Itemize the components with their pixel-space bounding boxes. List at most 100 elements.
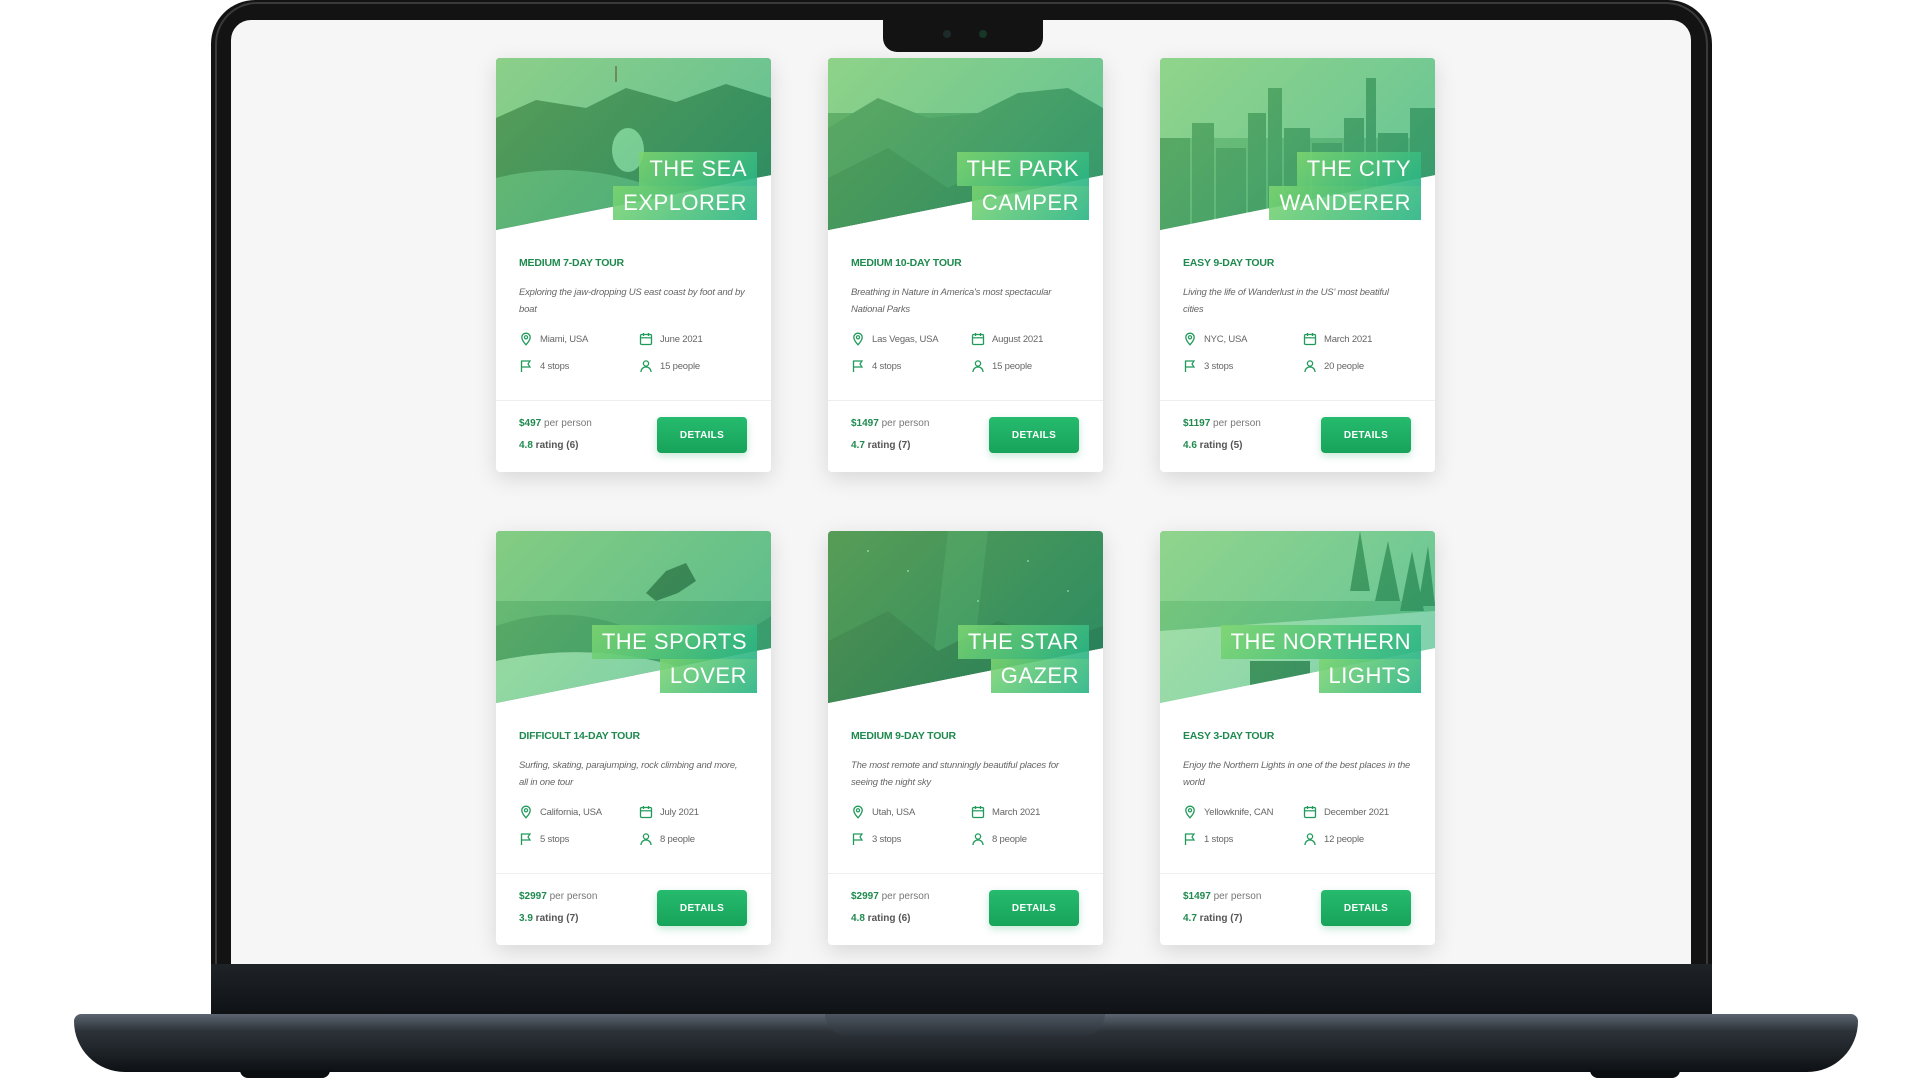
tour-rating-value: 4.8 [851, 913, 865, 924]
tour-date-text: June 2021 [660, 334, 703, 345]
tour-date-text: July 2021 [660, 807, 699, 818]
tour-rating-value: 4.8 [519, 440, 533, 451]
tour-card-title-line1: THE SPORTS [591, 625, 757, 659]
tour-card-title-line2: GAZER [990, 659, 1089, 693]
tour-location-text: Utah, USA [872, 807, 916, 818]
tour-rating-suffix: rating (7) [864, 440, 911, 451]
tour-card-title: THE CITY WANDERER [1269, 152, 1421, 220]
calendar-icon [639, 806, 653, 819]
tour-card-title-line1: THE NORTHERN [1220, 625, 1421, 659]
tour-card-title: THE SPORTS LOVER [591, 625, 757, 693]
person-icon [972, 833, 984, 846]
tour-people-text: 20 people [1324, 361, 1364, 372]
card-divider [828, 400, 1103, 401]
tour-people-text: 15 people [660, 361, 700, 372]
tour-card-title-line1: THE SEA [639, 152, 757, 186]
details-button[interactable]: DETAILS [989, 417, 1079, 453]
tour-price-value: $497 [519, 418, 542, 429]
tour-rating-value: 4.7 [851, 440, 865, 451]
calendar-icon [1303, 333, 1317, 346]
tour-rating: 4.8 rating (6) [851, 913, 910, 924]
tour-card-title-line2: CAMPER [971, 186, 1089, 220]
tour-price-value: $2997 [851, 891, 879, 902]
tour-rating-value: 4.6 [1183, 440, 1197, 451]
details-button[interactable]: DETAILS [657, 890, 747, 926]
tour-card-subtitle: MEDIUM 10-DAY TOUR [851, 257, 962, 269]
tour-location-text: California, USA [540, 807, 602, 818]
tour-rating-suffix: rating (7) [532, 913, 579, 924]
location-pin-icon [853, 805, 863, 819]
tour-people-text: 15 people [992, 361, 1032, 372]
flag-icon [520, 833, 532, 845]
tour-location-text: Las Vegas, USA [872, 334, 939, 345]
tour-card-description: The most remote and stunningly beautiful… [851, 760, 1059, 788]
details-button[interactable]: DETAILS [989, 890, 1079, 926]
card-divider [496, 873, 771, 874]
tour-date-text: August 2021 [992, 334, 1044, 345]
calendar-icon [639, 333, 653, 346]
tour-card-title-line2: WANDERER [1269, 186, 1421, 220]
tour-stops-text: 4 stops [540, 361, 570, 372]
location-pin-icon [521, 332, 531, 346]
camera-sensor [943, 30, 951, 38]
tour-card-1: THE SEA EXPLORER MEDIUM 7-DAY TOUR Explo… [496, 58, 771, 472]
card-divider [828, 873, 1103, 874]
tour-rating-suffix: rating (7) [1196, 913, 1243, 924]
tour-card-subtitle: MEDIUM 7-DAY TOUR [519, 257, 624, 269]
tour-price-value: $1497 [1183, 891, 1211, 902]
tour-rating-suffix: rating (6) [864, 913, 911, 924]
calendar-icon [1303, 806, 1317, 819]
card-divider [1160, 873, 1435, 874]
tour-rating: 4.7 rating (7) [1183, 913, 1242, 924]
flag-icon [852, 833, 864, 845]
tour-price: $1497 per person [851, 418, 929, 429]
tour-price-suffix: per person [549, 891, 598, 902]
location-pin-icon [1185, 805, 1195, 819]
tour-card-3: THE CITY WANDERER EASY 9-DAY TOUR Living… [1160, 58, 1435, 472]
camera-notch [883, 18, 1043, 52]
tour-rating: 4.6 rating (5) [1183, 440, 1242, 451]
tour-card-title-line2: EXPLORER [613, 186, 757, 220]
laptop-foot-right [1590, 1070, 1680, 1078]
tour-card-description: Enjoy the Northern Lights in one of the … [1183, 760, 1411, 788]
laptop-base-notch [825, 1014, 1105, 1036]
tour-location-text: NYC, USA [1204, 334, 1248, 345]
tour-date-text: March 2021 [1324, 334, 1373, 345]
tour-price-suffix: per person [881, 891, 930, 902]
tour-stops-text: 5 stops [540, 834, 570, 845]
person-icon [640, 833, 652, 846]
location-pin-icon [1185, 332, 1195, 346]
tour-card-title-line1: THE PARK [956, 152, 1089, 186]
calendar-icon [971, 333, 985, 346]
tour-price-suffix: per person [544, 418, 592, 429]
details-button[interactable]: DETAILS [1321, 417, 1411, 453]
tour-card-title-line2: LOVER [659, 659, 757, 693]
tour-people-text: 8 people [660, 834, 695, 845]
laptop-foot-left [240, 1070, 330, 1078]
details-button[interactable]: DETAILS [657, 417, 747, 453]
tour-price: $2997 per person [519, 891, 597, 902]
tour-rating: 4.7 rating (7) [851, 440, 910, 451]
tour-price-suffix: per person [881, 418, 930, 429]
location-pin-icon [853, 332, 863, 346]
tour-card-title-line2: LIGHTS [1318, 659, 1421, 693]
tour-stops-text: 1 stops [1204, 834, 1234, 845]
tour-price: $497 per person [519, 418, 592, 429]
tour-card-title: THE SEA EXPLORER [613, 152, 757, 220]
tour-card-description: Surfing, skating, parajumping, rock clim… [519, 760, 738, 788]
tour-card-5: THE STAR GAZER MEDIUM 9-DAY TOUR The mos… [828, 531, 1103, 945]
tour-card-description: Living the life of Wanderlust in the US'… [1183, 287, 1389, 315]
tour-card-subtitle: MEDIUM 9-DAY TOUR [851, 730, 956, 742]
tour-stops-text: 3 stops [1204, 361, 1234, 372]
tour-price-value: $1197 [1183, 418, 1211, 429]
tour-people-text: 12 people [1324, 834, 1364, 845]
tour-card-subtitle: DIFFICULT 14-DAY TOUR [519, 730, 640, 742]
tour-date-text: March 2021 [992, 807, 1041, 818]
tour-card-title: THE STAR GAZER [957, 625, 1089, 693]
card-divider [1160, 400, 1435, 401]
tour-people-text: 8 people [992, 834, 1027, 845]
tour-price-value: $1497 [851, 418, 879, 429]
flag-icon [520, 360, 532, 372]
tour-card-description: Exploring the jaw-dropping US east coast… [519, 287, 745, 315]
details-button[interactable]: DETAILS [1321, 890, 1411, 926]
